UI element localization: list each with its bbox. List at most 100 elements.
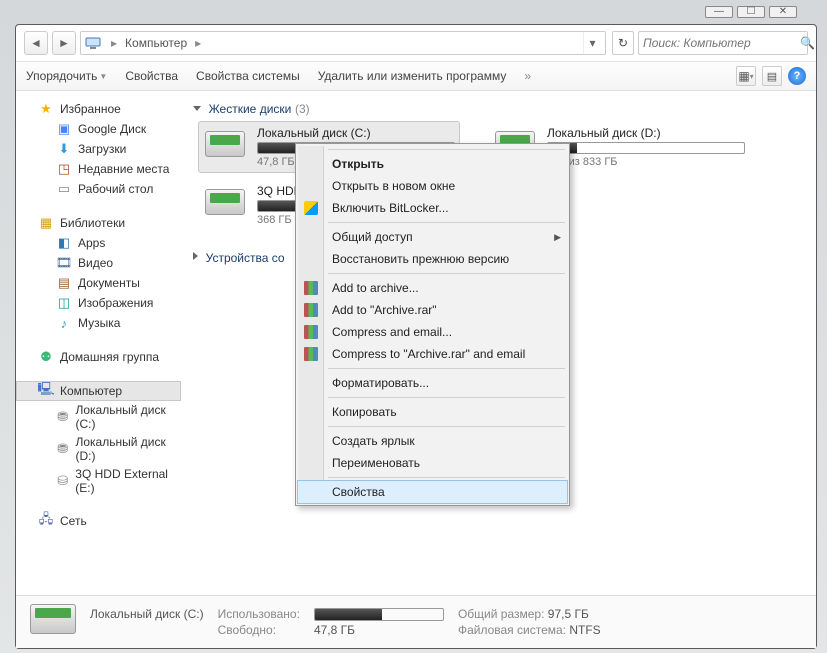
drive-name: Локальный диск (D:) (547, 126, 745, 140)
menu-item-label: Форматировать... (332, 376, 429, 390)
menu-item[interactable]: Compress and email... (298, 321, 567, 343)
breadcrumb[interactable]: ▸ Компьютер ▸ ▾ (80, 31, 606, 55)
winrar-icon (303, 280, 319, 296)
status-total-value: 97,5 ГБ (548, 607, 589, 621)
music-icon: ♪ (56, 315, 72, 331)
libraries-header[interactable]: ▦Библиотеки (16, 213, 181, 233)
window-controls: — ☐ ✕ (705, 6, 797, 18)
search-input[interactable] (643, 36, 800, 50)
menu-item[interactable]: Свойства (298, 481, 567, 503)
drive-usage-bar (547, 142, 745, 154)
status-fs-label: Файловая система: (458, 623, 566, 637)
favorites-header[interactable]: ★Избранное (16, 99, 181, 119)
sidebar-item-documents[interactable]: ▤Документы (16, 273, 181, 293)
menu-item-label: Compress to "Archive.rar" and email (332, 347, 525, 361)
menu-item[interactable]: Восстановить прежнюю версию (298, 248, 567, 270)
menu-item-label: Копировать (332, 405, 397, 419)
network-header[interactable]: 🖧Сеть (16, 511, 181, 531)
menu-item[interactable]: Compress to "Archive.rar" and email (298, 343, 567, 365)
menu-item[interactable]: Общий доступ▶ (298, 226, 567, 248)
shield-icon (303, 200, 319, 216)
sidebar-item-googledrive[interactable]: ▣Google Диск (16, 119, 181, 139)
sidebar-item-disk-c[interactable]: ⛃Локальный диск (C:) (16, 401, 181, 433)
status-total-label: Общий размер: (458, 607, 544, 621)
network-icon: 🖧 (38, 513, 54, 529)
sidebar-item-music[interactable]: ♪Музыка (16, 313, 181, 333)
menu-item-label: Add to "Archive.rar" (332, 303, 437, 317)
status-free-value: 47,8 ГБ (314, 623, 444, 637)
homegroup-icon: ⚉ (38, 349, 54, 365)
menu-item[interactable]: Создать ярлык (298, 430, 567, 452)
uninstall-button[interactable]: Удалить или изменить программу (318, 69, 507, 83)
sidebar-item-apps[interactable]: ◧Apps (16, 233, 181, 253)
video-icon: 🎞 (56, 255, 72, 271)
sidebar-item-video[interactable]: 🎞Видео (16, 253, 181, 273)
menu-item[interactable]: Открыть в новом окне (298, 175, 567, 197)
sidebar-item-disk-d[interactable]: ⛃Локальный диск (D:) (16, 433, 181, 465)
menu-item[interactable]: Включить BitLocker... (298, 197, 567, 219)
sidebar-item-images[interactable]: ◫Изображения (16, 293, 181, 313)
drive-free-text: дно из 833 ГБ (547, 156, 745, 168)
menu-separator (328, 149, 565, 150)
breadcrumb-segment[interactable]: Компьютер (123, 36, 189, 50)
view-mode-button[interactable]: ▦▾ (736, 66, 756, 86)
disk-icon: ⛁ (56, 473, 69, 489)
refresh-button[interactable]: ↻ (612, 31, 634, 55)
menu-separator (328, 273, 565, 274)
back-button[interactable]: ◄ (24, 31, 48, 55)
properties-button[interactable]: Свойства (125, 69, 178, 83)
toolbar-overflow[interactable]: » (524, 69, 531, 83)
search-icon[interactable]: 🔍 (800, 36, 815, 50)
status-free-label: Свободно: (218, 623, 300, 637)
status-used-bar (314, 608, 444, 621)
menu-item[interactable]: Открыть (298, 153, 567, 175)
preview-pane-button[interactable]: ▤ (762, 66, 782, 86)
menu-separator (328, 426, 565, 427)
computer-icon: 🖳 (38, 383, 54, 399)
drive-name: Локальный диск (C:) (257, 126, 455, 140)
maximize-button[interactable]: ☐ (737, 6, 765, 18)
bc-sep-icon: ▸ (189, 36, 207, 50)
sidebar: ★Избранное ▣Google Диск ⬇Загрузки ◳Недав… (16, 91, 181, 595)
menu-item[interactable]: Копировать (298, 401, 567, 423)
hdd-section-header[interactable]: Жесткие диски (3) (193, 99, 804, 122)
organize-menu[interactable]: Упорядочить▼ (26, 69, 107, 83)
menu-item[interactable]: Add to "Archive.rar" (298, 299, 567, 321)
star-icon: ★ (38, 101, 54, 117)
help-button[interactable]: ? (788, 67, 806, 85)
homegroup-header[interactable]: ⚉Домашняя группа (16, 347, 181, 367)
disk-icon: ⛃ (56, 441, 69, 457)
expand-icon (193, 252, 198, 260)
bc-sep-icon: ▸ (105, 36, 123, 50)
sidebar-item-downloads[interactable]: ⬇Загрузки (16, 139, 181, 159)
context-menu: Открыть Открыть в новом окне Включить BitL… (295, 143, 570, 506)
menu-item[interactable]: Переименовать (298, 452, 567, 474)
menu-item-label: Открыть (332, 157, 384, 171)
close-button[interactable]: ✕ (769, 6, 797, 18)
document-icon: ▤ (56, 275, 72, 291)
menu-item[interactable]: Форматировать... (298, 372, 567, 394)
menu-item-label: Свойства (332, 485, 385, 499)
system-properties-button[interactable]: Свойства системы (196, 69, 300, 83)
menu-separator (328, 397, 565, 398)
sidebar-item-disk-e[interactable]: ⛁3Q HDD External (E:) (16, 465, 181, 497)
menu-item-label: Общий доступ (332, 230, 413, 244)
menu-item[interactable]: Add to archive... (298, 277, 567, 299)
sidebar-item-desktop[interactable]: ▭Рабочий стол (16, 179, 181, 199)
menu-item-label: Восстановить прежнюю версию (332, 252, 509, 266)
nav-bar: ◄ ► ▸ Компьютер ▸ ▾ ↻ 🔍 (16, 25, 816, 62)
folder-icon: ▣ (56, 121, 72, 137)
desktop-icon: ▭ (56, 181, 72, 197)
menu-separator (328, 477, 565, 478)
forward-button[interactable]: ► (52, 31, 76, 55)
minimize-button[interactable]: — (705, 6, 733, 18)
menu-item-label: Включить BitLocker... (332, 201, 449, 215)
menu-item-label: Add to archive... (332, 281, 419, 295)
breadcrumb-dropdown[interactable]: ▾ (583, 32, 601, 54)
apps-icon: ◧ (56, 235, 72, 251)
search-box[interactable]: 🔍 (638, 31, 808, 55)
drive-icon (203, 126, 247, 162)
computer-header[interactable]: 🖳Компьютер (16, 381, 181, 401)
drive-large-icon (30, 604, 78, 640)
sidebar-item-recent[interactable]: ◳Недавние места (16, 159, 181, 179)
